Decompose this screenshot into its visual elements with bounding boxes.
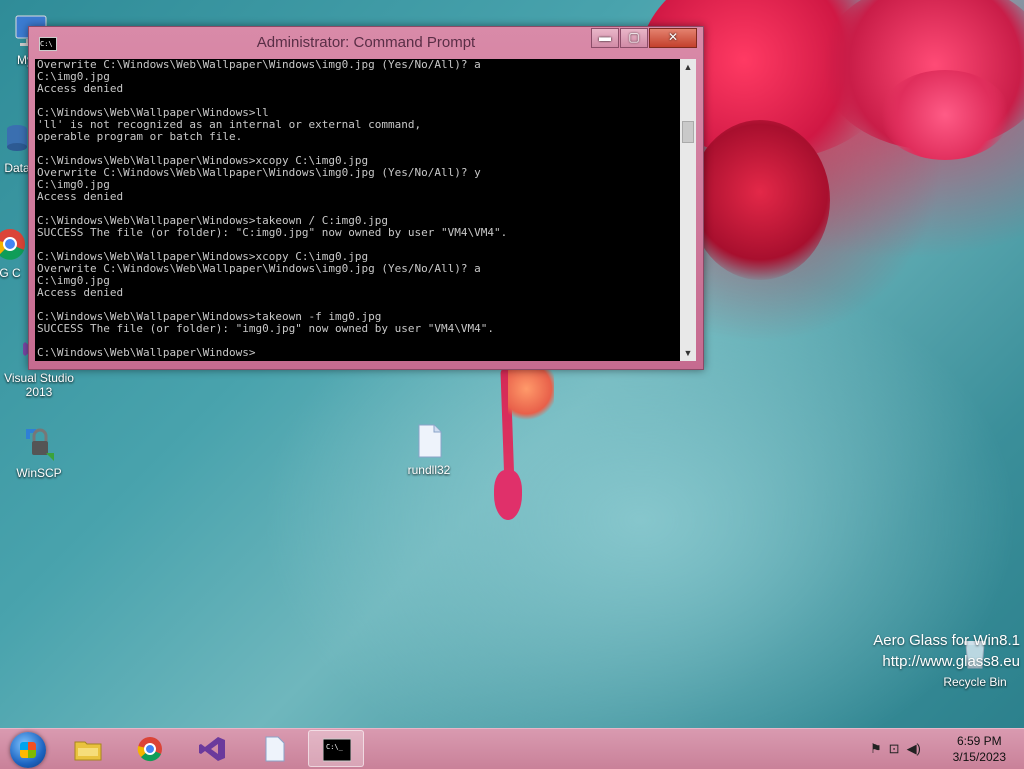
clock-time: 6:59 PM: [956, 734, 1002, 748]
network-icon[interactable]: ⊡: [889, 741, 900, 757]
minimize-button[interactable]: ▬: [591, 28, 619, 48]
clock-date: 3/15/2023: [952, 750, 1006, 764]
maximize-button[interactable]: ▢: [620, 28, 648, 48]
desktop-icon-label: Data: [4, 161, 30, 175]
aero-glass-watermark: Aero Glass for Win8.1 http://www.glass8.…: [873, 630, 1020, 672]
desktop-icon-label: rundll32: [407, 463, 451, 477]
flag-icon[interactable]: ⚑: [870, 741, 882, 757]
desktop-icon-label: WinSCP: [16, 466, 62, 480]
desktop-icon-winscp[interactable]: WinSCP: [2, 425, 76, 480]
console-line: operable program or batch file.: [37, 130, 243, 143]
console-line: Overwrite C:\Windows\Web\Wallpaper\Windo…: [37, 262, 481, 275]
file-explorer-icon: [74, 741, 102, 761]
svg-text:C:\_: C:\_: [326, 743, 344, 751]
console-line: C:\img0.jpg: [37, 274, 110, 287]
flower-anthers: [508, 368, 554, 420]
scroll-down-icon[interactable]: ▼: [680, 345, 696, 361]
taskbar-document[interactable]: [246, 730, 302, 767]
document-icon: [418, 424, 442, 458]
flower-stigma: [494, 470, 522, 520]
visual-studio-icon: [199, 737, 225, 761]
document-icon: [265, 736, 285, 762]
scrollbar-thumb[interactable]: [682, 121, 694, 143]
volume-icon[interactable]: ◀): [907, 741, 921, 757]
console-line: Access denied: [37, 82, 124, 95]
console-line: C:\img0.jpg: [37, 70, 110, 83]
console-line: Overwrite C:\Windows\Web\Wallpaper\Windo…: [37, 59, 481, 71]
console-line: C:\img0.jpg: [37, 178, 110, 191]
command-prompt-window[interactable]: C:\ Administrator: Command Prompt ▬ ▢ ✕ …: [28, 26, 704, 370]
taskbar-visual-studio[interactable]: [184, 730, 240, 767]
system-tray: ⚑ ⊡ ◀): [870, 741, 921, 757]
desktop-icon-label: G C: [0, 266, 21, 280]
desktop-icon-rundll32[interactable]: rundll32: [392, 422, 466, 477]
desktop-icon-label: Visual Studio 2013: [4, 371, 74, 399]
taskbar-file-explorer[interactable]: [60, 730, 116, 767]
start-button[interactable]: [10, 732, 46, 768]
winscp-icon: [26, 428, 54, 461]
chrome-icon: [0, 229, 25, 260]
taskbar-chrome[interactable]: [122, 730, 178, 767]
vertical-scrollbar[interactable]: ▲ ▼: [680, 59, 696, 361]
console-line: SUCCESS The file (or folder): "C:img0.jp…: [37, 226, 508, 239]
console-output[interactable]: Overwrite C:\Windows\Web\Wallpaper\Windo…: [35, 59, 680, 361]
console-line: Access denied: [37, 286, 124, 299]
desktop-icon-label: Recycle Bin: [943, 675, 1007, 689]
scroll-up-icon[interactable]: ▲: [680, 59, 696, 75]
clock[interactable]: 6:59 PM 3/15/2023: [953, 733, 1006, 765]
console-line: Access denied: [37, 190, 124, 203]
command-prompt-icon: C:\_: [323, 738, 351, 762]
chrome-icon: [137, 737, 162, 762]
watermark-line-1: Aero Glass for Win8.1: [873, 632, 1020, 649]
windows-logo-icon: [20, 742, 36, 758]
watermark-line-2: http://www.glass8.eu: [882, 653, 1020, 670]
console-line: C:\Windows\Web\Wallpaper\Windows>: [37, 346, 256, 359]
taskbar-command-prompt[interactable]: C:\_: [308, 730, 364, 767]
taskbar: C:\_ ⚑ ⊡ ◀) 6:59 PM 3/15/2023: [0, 728, 1024, 769]
close-button[interactable]: ✕: [649, 28, 697, 48]
window-titlebar[interactable]: C:\ Administrator: Command Prompt ▬ ▢ ✕: [29, 27, 703, 57]
console-line: SUCCESS The file (or folder): "img0.jpg"…: [37, 322, 494, 335]
console-line: Overwrite C:\Windows\Web\Wallpaper\Windo…: [37, 166, 481, 179]
